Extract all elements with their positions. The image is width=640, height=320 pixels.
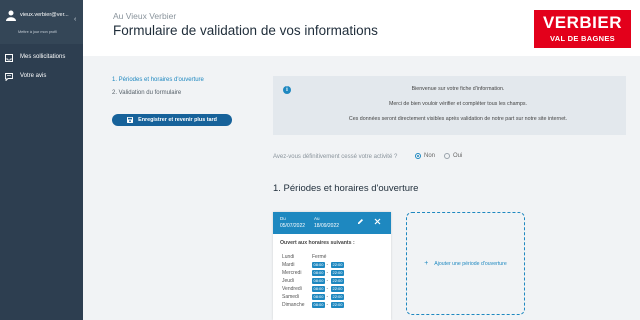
open-time: 08:00 (312, 294, 325, 300)
close-time: 22:00 (331, 294, 344, 300)
close-time: 22:00 (331, 286, 344, 292)
add-period-button[interactable]: + Ajouter une période d'ouverture (406, 212, 525, 315)
add-period-label: Ajouter une période d'ouverture (434, 260, 507, 267)
info-icon: i (283, 86, 291, 94)
sidebar: vieux.verbier@ver... ‹ Mettre à jour mon… (0, 0, 83, 320)
sidebar-item-sollicitations[interactable]: Mes sollicitations (0, 50, 83, 66)
hours-row: Mardi 08:00 - 22:00 (282, 262, 344, 268)
page-title: Formulaire de validation de vos informat… (113, 23, 378, 38)
radio-indicator (444, 153, 450, 159)
closed-label: Fermé (312, 254, 327, 260)
open-time: 08:00 (312, 302, 325, 308)
edit-icon[interactable] (357, 218, 364, 225)
hours-row: Samedi 08:00 - 22:00 (282, 294, 344, 300)
open-time: 08:00 (312, 270, 325, 276)
hours-row: Dimanche 08:00 - 22:00 (282, 302, 344, 308)
hours-row: Jeudi 08:00 - 22:00 (282, 278, 344, 284)
info-line: Merci de bien vouloir vérifier et complé… (388, 101, 528, 107)
period-card-header: Du 05/07/2022 Au 18/09/2022 (273, 212, 391, 234)
info-line: Bienvenue sur votre fiche d'information. (411, 86, 505, 92)
period-card: Du 05/07/2022 Au 18/09/2022 Ouvert aux h… (273, 212, 391, 320)
close-icon[interactable] (374, 218, 381, 225)
save-button-label: Enregistrer et revenir plus tard (138, 117, 217, 123)
activity-question: Avez-vous définitivement cessé votre act… (273, 154, 398, 160)
verbier-logo: VERBIER VAL DE BAGNES (534, 10, 631, 48)
user-email: vieux.verbier@ver... (20, 12, 69, 18)
close-time: 22:00 (331, 278, 344, 284)
user-panel[interactable]: vieux.verbier@ver... ‹ Mettre à jour mon… (0, 0, 83, 44)
sidebar-item-label: Mes sollicitations (20, 54, 66, 60)
user-icon (6, 10, 16, 21)
opening-hours-title: Ouvert aux horaires suivants : (280, 240, 355, 246)
from-date: 05/07/2022 (280, 223, 306, 229)
open-time: 08:00 (312, 286, 325, 292)
to-label: Au (314, 216, 320, 221)
save-icon (127, 117, 134, 123)
hours-row: Vendredi 08:00 - 22:00 (282, 286, 344, 292)
info-banner: i Bienvenue sur votre fiche d'informatio… (273, 76, 626, 135)
to-date: 18/09/2022 (314, 223, 340, 229)
main-content: 1. Périodes et horaires d'ouverture 2. V… (83, 56, 640, 320)
radio-indicator (415, 153, 421, 159)
plus-icon: + (424, 260, 429, 267)
hours-row: Lundi Fermé (282, 254, 327, 260)
close-time: 22:00 (331, 302, 344, 308)
sidebar-item-avis[interactable]: Votre avis (0, 69, 83, 85)
step-periods[interactable]: 1. Périodes et horaires d'ouverture (112, 77, 204, 83)
open-time: 08:00 (312, 262, 325, 268)
from-label: Du (280, 216, 286, 221)
page-header: Au Vieux Verbier Formulaire de validatio… (83, 0, 640, 56)
open-time: 08:00 (312, 278, 325, 284)
radio-non[interactable]: Non (415, 153, 435, 159)
radio-oui[interactable]: Oui (444, 153, 462, 159)
sidebar-item-label: Votre avis (20, 73, 47, 79)
info-line: Ces données seront directement visibles … (348, 116, 568, 122)
collapse-chevron-icon[interactable]: ‹ (74, 16, 76, 23)
step-validation[interactable]: 2. Validation du formulaire (112, 90, 181, 96)
save-and-return-button[interactable]: Enregistrer et revenir plus tard (112, 114, 232, 126)
hours-row: Mercredi 08:00 - 22:00 (282, 270, 344, 276)
close-time: 22:00 (331, 262, 344, 268)
comment-icon (5, 73, 13, 81)
inbox-icon (5, 54, 13, 62)
establishment-name: Au Vieux Verbier (113, 11, 177, 21)
section-title: 1. Périodes et horaires d'ouverture (273, 183, 419, 194)
profile-link[interactable]: Mettre à jour mon profil (18, 30, 57, 34)
close-time: 22:00 (331, 270, 344, 276)
